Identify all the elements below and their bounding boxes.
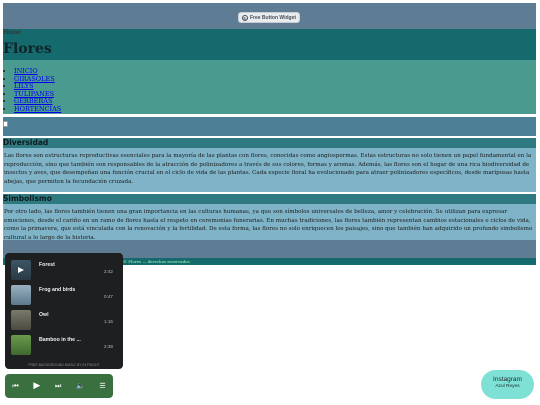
instagram-user: Azul Reyes: [495, 384, 520, 389]
instagram-button[interactable]: Instagram Azul Reyes: [481, 370, 534, 399]
home-logo[interactable]: Home: [3, 29, 21, 36]
free-button-widget[interactable]: ↻ Free Button Widget: [238, 12, 300, 23]
track-duration: 2:38: [104, 344, 113, 349]
track-duration: 1:15: [104, 319, 113, 324]
play-icon: [18, 267, 24, 273]
refresh-icon: ↻: [241, 14, 248, 21]
track-item[interactable]: Bamboo in the ... 2:38: [5, 333, 123, 357]
section-text-simbolismo: Por otro lado, las flores también tienen…: [3, 204, 536, 241]
playlist-icon[interactable]: ☰: [99, 382, 105, 390]
track-item[interactable]: Forest 2:42: [5, 258, 123, 282]
nav-item-hortencias: HORTENCIAS: [14, 105, 61, 114]
section-text-diversidad: Las flores son estructuras reproductivas…: [3, 148, 536, 192]
music-player: Forest 2:42 Frog and birds 0:47 Owl 1:15…: [5, 253, 123, 369]
site-header: Home Flores: [3, 29, 536, 60]
banner-image: [3, 117, 536, 136]
track-thumbnail-frog: [11, 285, 31, 305]
broken-image-icon: [3, 121, 8, 127]
track-name: Owl: [39, 312, 49, 318]
next-icon[interactable]: ⏭: [55, 382, 61, 391]
nav-link-hortencias[interactable]: HORTENCIAS: [14, 105, 61, 113]
instagram-label: Instagram: [493, 376, 522, 383]
volume-icon[interactable]: 🔈: [76, 382, 85, 390]
section-heading-diversidad: Diversidad: [3, 138, 536, 148]
track-item[interactable]: Owl 1:15: [5, 308, 123, 332]
main-nav: INICIO GIRASOLES LILYS TULIPANES GERBERA…: [3, 60, 536, 114]
section-heading-simbolismo: Simbolismo: [3, 194, 536, 204]
track-duration: 0:47: [104, 294, 113, 299]
previous-icon[interactable]: ⏮: [12, 382, 18, 391]
track-thumbnail-owl: [11, 310, 31, 330]
play-icon[interactable]: ▶: [33, 381, 40, 391]
track-item[interactable]: Frog and birds 0:47: [5, 283, 123, 307]
track-duration: 2:42: [104, 269, 113, 274]
player-credit[interactable]: FREE BACKGROUND MUSIC BY ELFSIGHT: [5, 363, 123, 367]
player-controls: ⏮ ▶ ⏭ 🔈 ☰: [5, 374, 113, 398]
widget-label: Free Button Widget: [249, 14, 297, 21]
track-thumbnail-bamboo: [11, 335, 31, 355]
track-thumbnail-forest: [11, 260, 31, 280]
track-name: Frog and birds: [39, 287, 76, 293]
track-name: Forest: [39, 262, 55, 268]
page-title: Flores: [3, 41, 52, 57]
track-name: Bamboo in the ...: [39, 337, 81, 343]
